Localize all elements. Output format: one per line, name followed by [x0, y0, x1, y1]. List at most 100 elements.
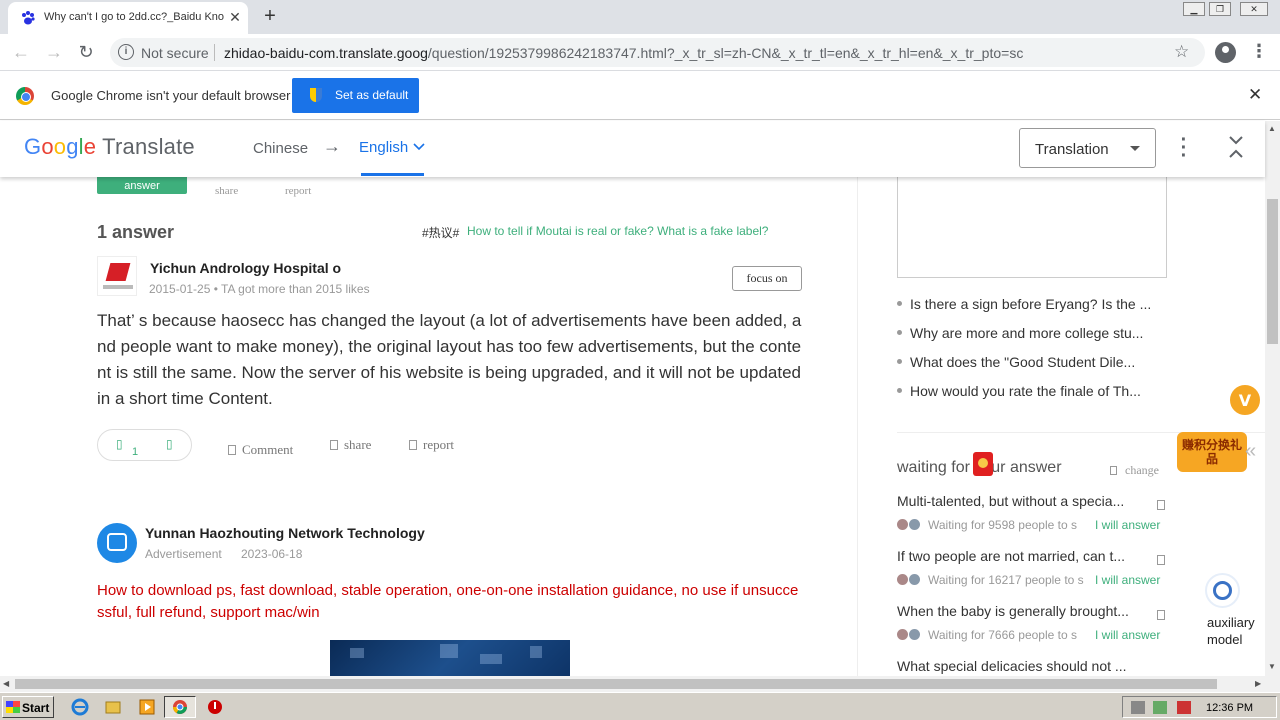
bookmark-star-icon[interactable]: ☆	[1174, 42, 1189, 62]
new-tab-button[interactable]: +	[258, 5, 282, 29]
answer-link[interactable]: I will answer	[1095, 628, 1160, 642]
answer-link[interactable]: I will answer	[1095, 573, 1160, 587]
back-icon[interactable]: ←	[9, 41, 33, 65]
top-share-link[interactable]: share	[215, 185, 238, 197]
browser-toolbar: ← → ↻ i Not secure zhidao-baidu-com.tran…	[0, 34, 1280, 71]
related-question[interactable]: Why are more and more college stu...	[897, 325, 1167, 341]
advertiser-name[interactable]: Yunnan Haozhouting Network Technology	[145, 525, 425, 541]
address-bar[interactable]: i Not secure zhidao-baidu-com.translate.…	[110, 38, 1205, 67]
waiting-question-title[interactable]: If two people are not married, can t...	[897, 548, 1152, 564]
windows-flag-icon	[6, 701, 20, 713]
tab-title: Why can't I go to 2dd.cc?_Baidu Kno	[44, 11, 224, 23]
question-icon	[1157, 500, 1165, 510]
internet-explorer-icon[interactable]	[71, 698, 89, 716]
security-label[interactable]: Not secure	[141, 45, 209, 61]
system-tray	[1122, 696, 1277, 718]
scroll-down-icon: ▼	[1268, 662, 1276, 671]
info-icon[interactable]: i	[118, 44, 134, 60]
points-promo-widget[interactable]: V 赚积分换礼品	[1172, 382, 1262, 477]
horizontal-scrollbar[interactable]: ◀ ▶	[0, 676, 1280, 692]
auxiliary-model-label[interactable]: auxiliary model	[1207, 614, 1267, 648]
waiting-question-title[interactable]: When the baby is generally brought...	[897, 603, 1152, 619]
answers-count: 1 answer	[97, 222, 175, 242]
infobar-message: Google Chrome isn't your default browser	[51, 88, 291, 103]
vote-box: ▯ 1 ▯	[97, 429, 192, 461]
waiting-question-title[interactable]: What special delicacies should not ...	[897, 658, 1152, 674]
author-name[interactable]: Yichun Andrology Hospital o	[150, 260, 341, 276]
window-close-icon[interactable]: ✕	[1240, 2, 1268, 16]
security-alert-icon[interactable]	[1177, 701, 1191, 714]
related-question[interactable]: Is there a sign before Eryang? Is the ..…	[897, 296, 1167, 312]
source-language-tab[interactable]: Chinese	[253, 140, 308, 157]
stop-icon[interactable]	[206, 698, 224, 716]
like-count: 1	[132, 446, 139, 458]
svg-text:V: V	[1239, 391, 1252, 410]
active-tab-indicator	[361, 173, 424, 176]
related-question[interactable]: How would you rate the finale of Th...	[897, 383, 1167, 399]
chrome-logo-icon	[16, 87, 34, 105]
scroll-up-icon: ▲	[1268, 124, 1276, 133]
volume-icon[interactable]	[1131, 701, 1145, 714]
report-button[interactable]: report	[409, 437, 454, 453]
thumbs-up-icon[interactable]: ▯	[116, 437, 123, 451]
collapse-icon[interactable]	[1228, 135, 1244, 159]
profile-avatar-icon[interactable]	[1215, 42, 1236, 63]
more-options-icon[interactable]: · · ·	[1178, 130, 1190, 166]
scrollbar-thumb	[15, 679, 1217, 689]
comment-button[interactable]: Comment	[228, 442, 293, 458]
related-question[interactable]: What does the "Good Student Dile...	[897, 354, 1167, 370]
network-icon[interactable]	[1153, 701, 1167, 714]
forward-icon[interactable]: →	[42, 41, 66, 65]
accessibility-icon[interactable]	[1205, 573, 1240, 608]
answer-link[interactable]: I will answer	[1095, 518, 1160, 532]
ad-date: 2023-06-18	[241, 547, 303, 561]
question-icon	[1157, 555, 1165, 565]
shield-icon	[310, 88, 322, 102]
url-text[interactable]: zhidao-baidu-com.translate.goog/question…	[224, 45, 1023, 61]
advertiser-avatar[interactable]	[97, 523, 137, 563]
thumbs-down-icon[interactable]: ▯	[166, 437, 173, 451]
translation-mode-select[interactable]: Translation	[1019, 128, 1156, 168]
dropdown-caret-icon	[1130, 146, 1140, 151]
author-avatar[interactable]	[97, 256, 137, 296]
collapse-sidebar-icon[interactable]: «	[1245, 440, 1256, 463]
red-packet-icon[interactable]	[973, 452, 993, 476]
scroll-left-icon: ◀	[3, 679, 10, 688]
share-icon	[330, 440, 338, 450]
divider	[214, 44, 215, 61]
share-button[interactable]: share	[330, 437, 371, 453]
scrollbar-thumb	[1267, 199, 1278, 344]
waiting-question-meta: Waiting for 7666 people to s	[897, 628, 1077, 642]
ad-image[interactable]	[330, 640, 570, 676]
tab-strip: Why can't I go to 2dd.cc?_Baidu Kno ✕ + …	[0, 0, 1280, 34]
start-button[interactable]: Start	[2, 696, 54, 718]
promo-text: 赚积分换礼品	[1177, 432, 1247, 472]
translation-mode-label: Translation	[1035, 141, 1109, 158]
change-button[interactable]: change	[1110, 463, 1159, 478]
google-translate-logo[interactable]: Google Translate	[24, 134, 195, 160]
folder-icon[interactable]	[104, 698, 122, 716]
hot-topic-tag: #热议#	[422, 226, 460, 240]
close-infobar-icon[interactable]: ✕	[1248, 85, 1262, 105]
set-as-default-button[interactable]: Set as default	[292, 78, 419, 113]
chevron-down-icon[interactable]	[412, 139, 426, 153]
hot-topic-link[interactable]: How to tell if Moutai is real or fake? W…	[467, 224, 768, 238]
chrome-taskbar-button[interactable]	[164, 696, 196, 718]
chrome-menu-icon[interactable]: ⋮	[1250, 41, 1268, 62]
media-player-icon[interactable]	[138, 698, 156, 716]
ad-label: Advertisement	[145, 547, 222, 561]
ad-text[interactable]: How to download ps, fast download, stabl…	[97, 580, 802, 624]
minimize-icon[interactable]: ▁	[1183, 2, 1205, 16]
vertical-scrollbar[interactable]: ▲ ▼	[1265, 121, 1280, 676]
coin-v-icon: V	[1228, 383, 1262, 417]
answer-badge[interactable]: answer	[97, 177, 187, 194]
restore-icon[interactable]: ❐	[1209, 2, 1231, 16]
reload-icon[interactable]: ↻	[74, 41, 98, 65]
waiting-question-title[interactable]: Multi-talented, but without a specia...	[897, 493, 1152, 509]
target-language-tab[interactable]: English	[359, 139, 408, 156]
close-tab-icon[interactable]: ✕	[226, 8, 244, 26]
top-report-link[interactable]: report	[285, 185, 311, 197]
focus-on-button[interactable]: focus on	[732, 266, 802, 291]
browser-tab[interactable]: Why can't I go to 2dd.cc?_Baidu Kno ✕	[8, 2, 248, 34]
page-content: answer share report 1 answer #热议# How to…	[0, 177, 1265, 676]
